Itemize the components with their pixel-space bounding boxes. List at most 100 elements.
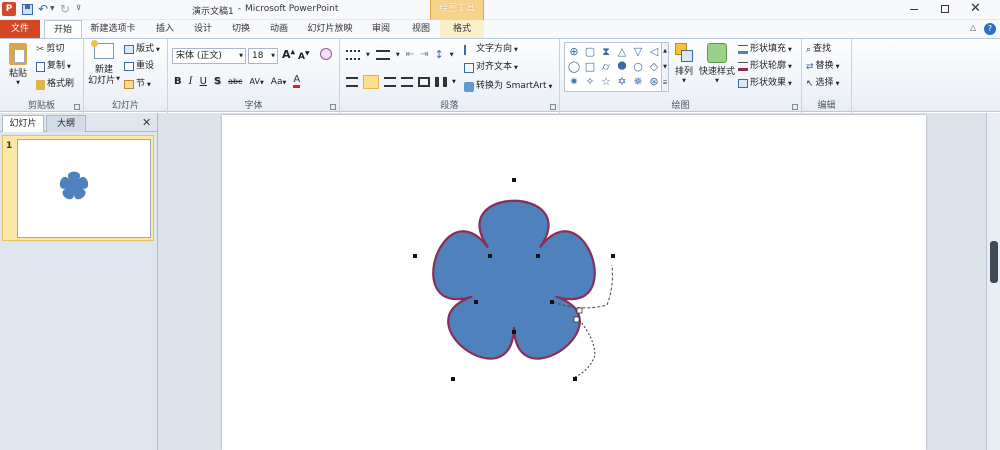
shape-star4-icon[interactable]: ✧ xyxy=(583,75,597,88)
drawing-launcher-icon[interactable] xyxy=(792,104,798,110)
bold-button[interactable]: B xyxy=(174,76,182,87)
shape-seal-icon[interactable]: ⊛ xyxy=(647,75,661,88)
font-size-select[interactable]: 18 ▼ xyxy=(248,48,278,64)
arrange-button[interactable]: 排列 ▼ xyxy=(670,43,698,84)
tab-view[interactable]: 视图 xyxy=(404,20,438,38)
tab-home[interactable]: 开始 xyxy=(44,20,82,39)
tab-transitions[interactable]: 切换 xyxy=(224,20,258,38)
tab-slides[interactable]: 幻灯片 xyxy=(2,115,44,132)
clear-formatting-button[interactable] xyxy=(320,48,333,61)
shape-square-icon[interactable]: ▢ xyxy=(583,45,597,58)
line-spacing-icon[interactable]: ↕ xyxy=(435,48,444,61)
tab-insert[interactable]: 插入 xyxy=(148,20,182,38)
shape-diamond-icon[interactable]: ◇ xyxy=(647,60,661,73)
font-name-select[interactable]: 宋体 (正文) ▼ xyxy=(172,48,246,64)
clipboard-launcher-icon[interactable] xyxy=(74,104,80,110)
align-left-icon[interactable] xyxy=(346,77,358,87)
undo-dropdown-icon[interactable]: ▼ xyxy=(50,5,55,12)
tab-review[interactable]: 审阅 xyxy=(364,20,398,38)
slide-thumbnail[interactable] xyxy=(17,139,151,238)
shape-triangle-icon[interactable]: △ xyxy=(615,45,629,58)
shrink-font-button[interactable]: A▼ xyxy=(298,50,310,62)
replace-button[interactable]: ⇄ 替换 ▼ xyxy=(806,61,839,72)
copy-button[interactable]: 复制 ▼ xyxy=(36,61,71,72)
save-icon[interactable] xyxy=(22,4,33,15)
shape-hourglass-icon[interactable]: ⧗ xyxy=(599,45,613,58)
shape-star8-icon[interactable]: ✵ xyxy=(631,75,645,88)
undo-icon[interactable]: ↶ xyxy=(38,2,48,16)
font-launcher-icon[interactable] xyxy=(330,104,336,110)
scrollbar-thumb[interactable] xyxy=(990,241,998,283)
align-right-icon[interactable] xyxy=(384,77,396,87)
numbering-icon[interactable] xyxy=(375,49,390,60)
shape-down-triangle-icon[interactable]: ▽ xyxy=(631,45,645,58)
shape-can-icon[interactable]: ⌭ xyxy=(599,60,613,73)
char-spacing-button[interactable]: AV▼ xyxy=(250,77,264,86)
grow-font-button[interactable]: A▲ xyxy=(282,48,295,61)
align-center-icon[interactable] xyxy=(363,75,379,89)
text-direction-button[interactable]: 文字方向 ▼ xyxy=(464,44,518,55)
slide-canvas[interactable] xyxy=(222,115,926,450)
flower-shape[interactable] xyxy=(222,115,926,450)
gallery-scroll[interactable]: ▲ ▼ ☰ xyxy=(661,42,669,92)
align-text-button[interactable]: 对齐文本 ▼ xyxy=(464,62,518,73)
reset-button[interactable]: 重设 xyxy=(124,61,154,72)
section-button[interactable]: 节 ▼ xyxy=(124,79,151,90)
redo-icon[interactable]: ↻ xyxy=(60,2,70,16)
shape-fill-button[interactable]: 形状填充 ▼ xyxy=(738,44,792,55)
minimize-icon[interactable] xyxy=(910,9,918,10)
find-button[interactable]: ⌕ 查找 xyxy=(806,44,831,55)
format-painter-button[interactable]: 格式刷 xyxy=(36,79,74,90)
shape-oct-icon[interactable]: ⯃ xyxy=(615,60,629,73)
shape-star5-icon[interactable]: ☆ xyxy=(599,75,613,88)
shape-effects-button[interactable]: 形状效果 ▼ xyxy=(738,78,792,89)
tab-format[interactable]: 格式 xyxy=(440,20,484,38)
underline-button[interactable]: U xyxy=(200,76,207,87)
cut-button[interactable]: ✂ 剪切 xyxy=(36,44,64,55)
shape-rect-icon[interactable]: □ xyxy=(583,60,597,73)
decrease-indent-icon[interactable]: ⇤ xyxy=(406,49,414,60)
shape-star6-icon[interactable]: ✡ xyxy=(615,75,629,88)
line-spacing-dropdown-icon[interactable]: ▼ xyxy=(450,52,454,58)
distributed-icon[interactable] xyxy=(418,77,430,87)
new-slide-button[interactable]: 新建 幻灯片 ▼ xyxy=(86,40,122,95)
columns-icon[interactable] xyxy=(435,77,447,87)
columns-dropdown-icon[interactable]: ▼ xyxy=(452,79,456,85)
help-icon[interactable]: ? xyxy=(984,23,996,35)
tab-new-tab[interactable]: 新建选项卡 xyxy=(86,20,140,38)
vertical-scrollbar[interactable] xyxy=(986,113,1000,450)
bullets-dropdown-icon[interactable]: ▼ xyxy=(366,52,370,58)
change-case-button[interactable]: Aa▼ xyxy=(271,77,287,87)
flower-petals[interactable] xyxy=(432,199,596,360)
quick-styles-button[interactable]: 快速样式 ▼ xyxy=(698,43,736,84)
shape-outline-button[interactable]: 形状轮廓 ▼ xyxy=(738,61,792,72)
tab-slideshow[interactable]: 幻灯片放映 xyxy=(302,20,358,38)
shape-tab-icon[interactable]: ◁ xyxy=(647,45,661,58)
tab-file[interactable]: 文件 xyxy=(0,20,40,38)
shape-burst-icon[interactable]: ✷ xyxy=(567,75,581,88)
tab-animations[interactable]: 动画 xyxy=(262,20,296,38)
layout-button[interactable]: 版式 ▼ xyxy=(124,44,160,55)
restore-icon[interactable] xyxy=(941,5,949,13)
paragraph-launcher-icon[interactable] xyxy=(550,104,556,110)
numbering-dropdown-icon[interactable]: ▼ xyxy=(396,52,400,58)
strikethrough-button[interactable]: abc xyxy=(228,77,242,86)
shape-cross-icon[interactable]: ⊕ xyxy=(567,45,581,58)
font-color-button[interactable]: A xyxy=(293,75,301,88)
justify-icon[interactable] xyxy=(401,77,413,87)
ribbon-minimize-icon[interactable]: △ xyxy=(970,23,976,32)
shape-circle-icon[interactable]: ○ xyxy=(631,60,645,73)
bullets-icon[interactable] xyxy=(346,49,360,60)
increase-indent-icon[interactable]: ⇥ xyxy=(420,49,428,60)
shapes-gallery[interactable]: ⊕ ▢ ⧗ △ ▽ ◁ ◯ □ ⌭ ⯃ ○ ◇ ✷ ✧ ☆ ✡ ✵ ⊛ xyxy=(564,42,662,92)
customize-quick-access-icon[interactable]: ⊽ xyxy=(76,4,81,12)
smartart-button[interactable]: 转换为 SmartArt ▼ xyxy=(464,81,552,92)
tab-design[interactable]: 设计 xyxy=(186,20,220,38)
shape-rounded-icon[interactable]: ◯ xyxy=(567,60,581,73)
slide-thumbnail-row[interactable]: 1 xyxy=(2,135,154,241)
shadow-button[interactable]: S xyxy=(214,76,221,87)
close-icon[interactable]: ✕ xyxy=(970,1,981,17)
select-button[interactable]: ↖ 选择 ▼ xyxy=(806,78,839,89)
pane-close-icon[interactable]: ✕ xyxy=(142,116,151,129)
paste-button[interactable]: 粘贴 ▼ xyxy=(4,43,32,93)
